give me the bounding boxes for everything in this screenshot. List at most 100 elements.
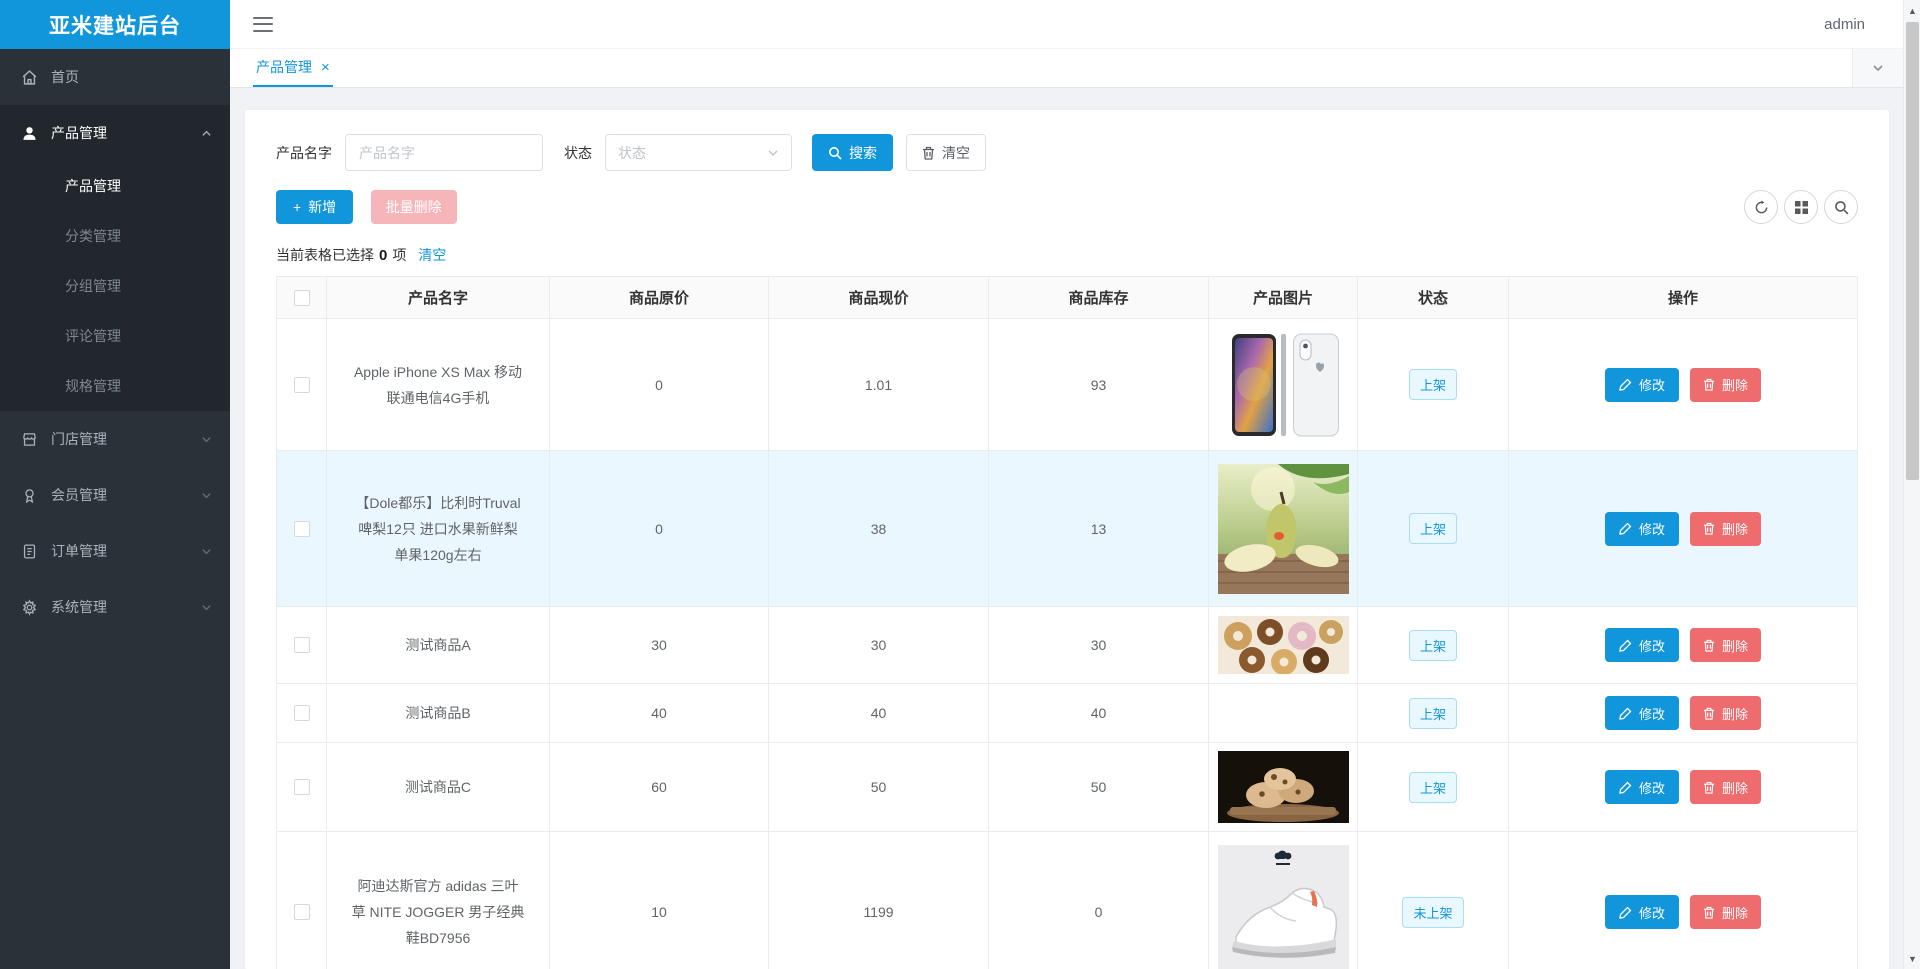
delete-button[interactable]: 删除 <box>1690 367 1762 402</box>
edit-button[interactable]: 修改 <box>1604 628 1679 662</box>
original-price: 30 <box>550 607 769 683</box>
refresh-button[interactable] <box>1744 190 1778 224</box>
delete-button[interactable]: 删除 <box>1690 696 1762 730</box>
order-icon <box>23 543 36 559</box>
add-button[interactable]: + 新增 <box>276 190 354 224</box>
edit-label: 修改 <box>1638 522 1665 537</box>
chevron-up-icon <box>202 130 211 136</box>
current-price: 1199 <box>769 832 989 969</box>
product-name: 【Dole都乐】比利时Truval啤梨12只 进口水果新鲜梨 单果120g左右 <box>327 451 550 606</box>
search-icon <box>1834 200 1848 214</box>
table-row: 测试商品B 40 40 40 上架 修改 删除 <box>277 684 1857 743</box>
status-badge: 上架 <box>1408 513 1457 544</box>
table-search-button[interactable] <box>1824 190 1858 224</box>
sidebar-item-product-mgmt[interactable]: 产品管理 <box>0 105 230 161</box>
edit-button[interactable]: 修改 <box>1604 895 1679 929</box>
sidebar-item-label: 门店管理 <box>51 431 107 447</box>
main-area: admin 产品管理 × 产品名字 状态 状态 <box>230 0 1903 969</box>
status-select[interactable]: 状态 <box>605 134 792 171</box>
clear-button[interactable]: 清空 <box>906 134 986 171</box>
product-image-cookies <box>1217 751 1349 823</box>
sidebar-item-home[interactable]: 首页 <box>0 49 230 105</box>
table-row: 【Dole都乐】比利时Truval啤梨12只 进口水果新鲜梨 单果120g左右 … <box>277 451 1857 607</box>
toolbar: + 新增 批量删除 <box>276 190 1858 224</box>
chevron-down-icon <box>202 548 211 554</box>
scrollbar-up-arrow[interactable]: ▲ <box>1904 2 1920 19</box>
selection-prefix: 当前表格已选择 <box>276 247 374 263</box>
sidebar-item-order-mgmt[interactable]: 订单管理 <box>0 523 230 579</box>
page-scrollbar[interactable]: ▲ ▼ <box>1903 0 1920 969</box>
search-button[interactable]: 搜索 <box>812 134 893 171</box>
column-settings-button[interactable] <box>1784 190 1818 224</box>
delete-button[interactable]: 删除 <box>1690 770 1762 804</box>
tab-product-mgmt[interactable]: 产品管理 × <box>253 49 333 87</box>
delete-button[interactable]: 删除 <box>1690 511 1762 546</box>
selection-count: 0 <box>379 246 388 264</box>
product-image-iphone <box>1217 325 1349 444</box>
scrollbar-down-arrow[interactable]: ▼ <box>1904 950 1920 967</box>
original-price: 60 <box>550 743 769 831</box>
sidebar-subitem-group-mgmt[interactable]: 分组管理 <box>0 261 230 311</box>
clear-selection-link[interactable]: 清空 <box>418 245 446 265</box>
user-icon <box>23 126 36 140</box>
store-icon <box>23 432 36 446</box>
edit-button[interactable]: 修改 <box>1604 696 1679 730</box>
sidebar-subitem-product-mgmt[interactable]: 产品管理 <box>0 161 230 211</box>
tab-list-dropdown[interactable] <box>1852 49 1903 87</box>
row-checkbox[interactable] <box>293 637 310 653</box>
stock: 0 <box>989 832 1209 969</box>
sidebar: 亚米建站后台 首页 产品管理 产品管理 分类管理 分组管理 评论管理 规格管理 <box>0 0 230 969</box>
plus-icon: + <box>293 199 302 215</box>
subitem-label: 分类管理 <box>65 228 121 244</box>
chevron-down-icon <box>202 436 211 442</box>
content: 产品名字 状态 状态 搜索 清空 <box>230 88 1903 969</box>
select-all-checkbox[interactable] <box>293 289 310 306</box>
menu-toggle-icon[interactable] <box>253 16 273 32</box>
sidebar-subitem-comment-mgmt[interactable]: 评论管理 <box>0 311 230 361</box>
chevron-down-icon <box>202 604 211 610</box>
table-tools <box>1738 190 1858 224</box>
row-checkbox[interactable] <box>293 904 310 920</box>
member-icon <box>25 488 34 503</box>
current-price: 38 <box>769 451 989 606</box>
edit-button[interactable]: 修改 <box>1604 511 1679 546</box>
trash-icon <box>1703 639 1715 652</box>
edit-button[interactable]: 修改 <box>1604 770 1679 804</box>
row-checkbox[interactable] <box>293 376 310 393</box>
tab-close-icon[interactable]: × <box>321 60 330 75</box>
sidebar-subitem-spec-mgmt[interactable]: 规格管理 <box>0 361 230 411</box>
row-checkbox[interactable] <box>293 520 310 537</box>
sidebar-item-system-mgmt[interactable]: 系统管理 <box>0 579 230 635</box>
table-row: 测试商品C 60 50 50 上架 修改 删除 <box>277 743 1857 832</box>
delete-button[interactable]: 删除 <box>1690 628 1762 662</box>
edit-label: 修改 <box>1638 638 1665 654</box>
sidebar-item-member-mgmt[interactable]: 会员管理 <box>0 467 230 523</box>
edit-icon <box>1619 906 1632 919</box>
row-checkbox[interactable] <box>293 779 310 795</box>
trash-icon <box>1703 522 1715 535</box>
user-menu[interactable]: admin <box>1824 16 1865 33</box>
product-name-input[interactable] <box>345 134 543 171</box>
row-checkbox[interactable] <box>293 705 310 721</box>
table-row: 测试商品A 30 30 30 上架 修改 删除 <box>277 607 1857 684</box>
sidebar-subitem-category-mgmt[interactable]: 分类管理 <box>0 211 230 261</box>
delete-label: 删除 <box>1722 638 1749 654</box>
chevron-down-icon <box>202 492 211 498</box>
stock: 30 <box>989 607 1209 683</box>
product-name: 阿迪达斯官方 adidas 三叶草 NITE JOGGER 男子经典鞋BD795… <box>327 832 550 969</box>
subitem-label: 产品管理 <box>65 178 121 194</box>
tab-label: 产品管理 <box>256 59 312 75</box>
scrollbar-thumb[interactable] <box>1906 22 1919 480</box>
stock: 13 <box>989 451 1209 606</box>
product-table: 产品名字 商品原价 商品现价 商品库存 产品图片 状态 操作 Apple iPh… <box>276 276 1858 969</box>
sidebar-group-products: 产品管理 产品管理 分类管理 分组管理 评论管理 规格管理 <box>0 105 230 411</box>
clear-button-label: 清空 <box>942 144 970 161</box>
product-name: 测试商品C <box>327 743 550 831</box>
product-name: 测试商品B <box>327 684 550 742</box>
edit-button[interactable]: 修改 <box>1604 367 1679 402</box>
table-header-row: 产品名字 商品原价 商品现价 商品库存 产品图片 状态 操作 <box>277 277 1857 319</box>
delete-button[interactable]: 删除 <box>1690 895 1762 929</box>
sidebar-item-store-mgmt[interactable]: 门店管理 <box>0 411 230 467</box>
batch-delete-label: 批量删除 <box>385 199 442 215</box>
batch-delete-button[interactable]: 批量删除 <box>370 190 457 224</box>
